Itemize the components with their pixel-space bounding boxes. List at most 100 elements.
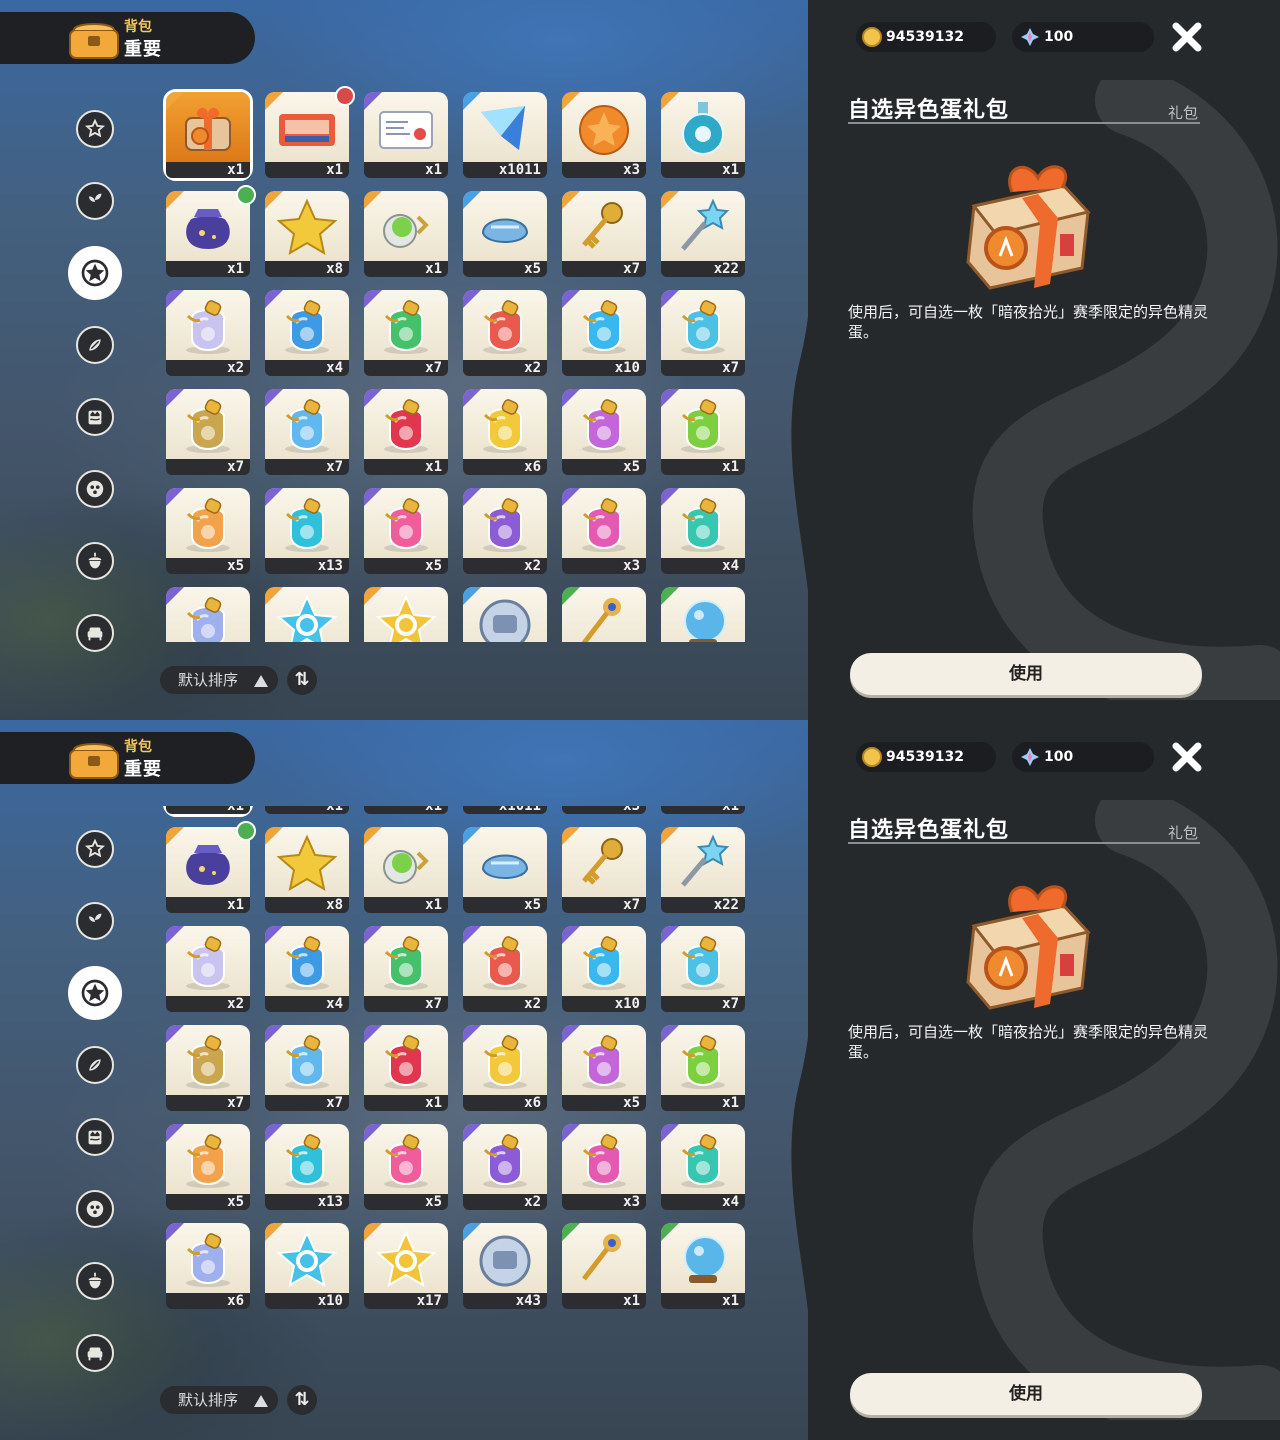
category-tab-sofa[interactable]	[76, 614, 114, 652]
inventory-slot[interactable]: x1	[562, 1223, 646, 1309]
use-button[interactable]: 使用	[850, 1373, 1202, 1415]
category-tab-crown-card[interactable]	[76, 1118, 114, 1156]
inventory-slot[interactable]: x7	[166, 389, 250, 475]
inventory-slot[interactable]: x1	[661, 389, 745, 475]
inventory-slot[interactable]: x1	[265, 86, 355, 178]
inventory-slot[interactable]: x5	[562, 389, 646, 475]
inventory-slot[interactable]: x1	[364, 806, 448, 814]
inventory-slot[interactable]: x1	[562, 587, 646, 642]
inventory-slot[interactable]: x4	[661, 488, 745, 574]
category-tab-pet-ball[interactable]	[76, 470, 114, 508]
inventory-slot[interactable]: x1	[166, 185, 256, 277]
inventory-slot[interactable]: x5	[562, 1025, 646, 1111]
item-grid-viewport[interactable]: x1 x1 x1 x1011 x3 x1 x1 x8 x1 x5 x7 x22 …	[160, 806, 760, 1360]
inventory-slot[interactable]: x7	[661, 290, 745, 376]
category-tab-star-burst[interactable]	[68, 966, 122, 1020]
inventory-slot[interactable]: x10	[562, 290, 646, 376]
inventory-slot[interactable]: x6	[463, 389, 547, 475]
inventory-slot[interactable]: x2	[463, 290, 547, 376]
category-tab-acorn[interactable]	[76, 1262, 114, 1300]
inventory-slot[interactable]: x22	[661, 191, 745, 277]
category-tab-crown-card[interactable]	[76, 398, 114, 436]
category-tab-star-badge[interactable]	[76, 110, 114, 148]
inventory-slot[interactable]: x7	[265, 389, 349, 475]
item-grid-viewport[interactable]: x1 x1 x1 x1011 x3 x1 x1 x8 x1 x5 x7 x22 …	[160, 86, 760, 642]
inventory-slot[interactable]: x1	[166, 821, 256, 913]
inventory-slot[interactable]: x5	[166, 1124, 250, 1210]
category-tab-star-badge[interactable]	[76, 830, 114, 868]
inventory-slot[interactable]: x22	[661, 827, 745, 913]
inventory-slot[interactable]: x1	[265, 806, 349, 814]
inventory-slot[interactable]: x7	[364, 290, 448, 376]
inventory-slot[interactable]: x7	[364, 926, 448, 1012]
close-icon[interactable]	[1168, 18, 1206, 56]
inventory-slot[interactable]: x13	[265, 488, 349, 574]
inventory-slot[interactable]: x10	[562, 926, 646, 1012]
inventory-slot[interactable]: x7	[166, 1025, 250, 1111]
inventory-slot[interactable]: x3	[562, 1124, 646, 1210]
inventory-slot[interactable]: x1	[364, 191, 448, 277]
inventory-slot[interactable]: x1	[364, 827, 448, 913]
inventory-slot[interactable]: x3	[562, 806, 646, 814]
inventory-slot[interactable]: x7	[265, 1025, 349, 1111]
inventory-slot[interactable]: x1	[364, 389, 448, 475]
inventory-slot[interactable]: x2	[463, 926, 547, 1012]
category-tab-acorn[interactable]	[76, 542, 114, 580]
inventory-slot[interactable]: x1	[661, 806, 745, 814]
use-button[interactable]: 使用	[850, 653, 1202, 695]
inventory-slot[interactable]: x3	[562, 488, 646, 574]
inventory-slot[interactable]: x4	[265, 290, 349, 376]
inventory-slot[interactable]: x1	[163, 806, 253, 817]
inventory-slot[interactable]: x5	[166, 488, 250, 574]
inventory-slot[interactable]: x8	[265, 191, 349, 277]
category-tab-star-burst[interactable]	[68, 246, 122, 300]
inventory-slot[interactable]: x10	[265, 1223, 349, 1309]
inventory-slot[interactable]: x1	[661, 1223, 745, 1309]
inventory-slot[interactable]: x8	[265, 827, 349, 913]
inventory-slot[interactable]: x2	[463, 1124, 547, 1210]
category-tab-leaf-sprout[interactable]	[76, 182, 114, 220]
item-card	[364, 1025, 448, 1095]
inventory-slot[interactable]: x43	[463, 1223, 547, 1309]
inventory-slot[interactable]: x4	[265, 926, 349, 1012]
inventory-slot[interactable]: x5	[463, 827, 547, 913]
inventory-slot[interactable]: x5	[364, 1124, 448, 1210]
inventory-slot[interactable]: x13	[265, 1124, 349, 1210]
inventory-slot[interactable]: x1	[364, 1025, 448, 1111]
inventory-slot[interactable]: x5	[463, 191, 547, 277]
sort-order-button[interactable]: ⇅	[287, 665, 317, 695]
category-tab-leaves[interactable]	[76, 1046, 114, 1084]
inventory-slot[interactable]: x6	[166, 587, 250, 642]
inventory-slot[interactable]: x1011	[463, 92, 547, 178]
inventory-slot[interactable]: x1	[661, 92, 745, 178]
category-tab-pet-ball[interactable]	[76, 1190, 114, 1228]
inventory-slot[interactable]: x17	[364, 587, 448, 642]
inventory-slot[interactable]: x5	[364, 488, 448, 574]
inventory-slot[interactable]: x10	[265, 587, 349, 642]
inventory-slot[interactable]: x1	[661, 1025, 745, 1111]
category-tab-leaves[interactable]	[76, 326, 114, 364]
item-quantity: x6	[524, 1095, 541, 1111]
inventory-slot[interactable]: x4	[661, 1124, 745, 1210]
inventory-slot[interactable]: x7	[562, 191, 646, 277]
item-card	[562, 92, 646, 162]
category-tab-sofa[interactable]	[76, 1334, 114, 1372]
inventory-slot[interactable]: x43	[463, 587, 547, 642]
inventory-slot[interactable]: x7	[562, 827, 646, 913]
sort-order-button[interactable]: ⇅	[287, 1385, 317, 1415]
inventory-slot[interactable]: x2	[166, 926, 250, 1012]
inventory-slot[interactable]: x2	[463, 488, 547, 574]
inventory-slot[interactable]: x2	[166, 290, 250, 376]
inventory-slot[interactable]: x3	[562, 92, 646, 178]
inventory-slot[interactable]: x6	[166, 1223, 250, 1309]
inventory-slot[interactable]: x1	[364, 92, 448, 178]
inventory-slot[interactable]: x7	[661, 926, 745, 1012]
item-crystal_orb-icon	[671, 593, 735, 642]
close-icon[interactable]	[1168, 738, 1206, 776]
inventory-slot[interactable]: x1	[163, 89, 253, 181]
inventory-slot[interactable]: x1	[661, 587, 745, 642]
inventory-slot[interactable]: x17	[364, 1223, 448, 1309]
category-tab-leaf-sprout[interactable]	[76, 902, 114, 940]
inventory-slot[interactable]: x6	[463, 1025, 547, 1111]
inventory-slot[interactable]: x1011	[463, 806, 547, 814]
